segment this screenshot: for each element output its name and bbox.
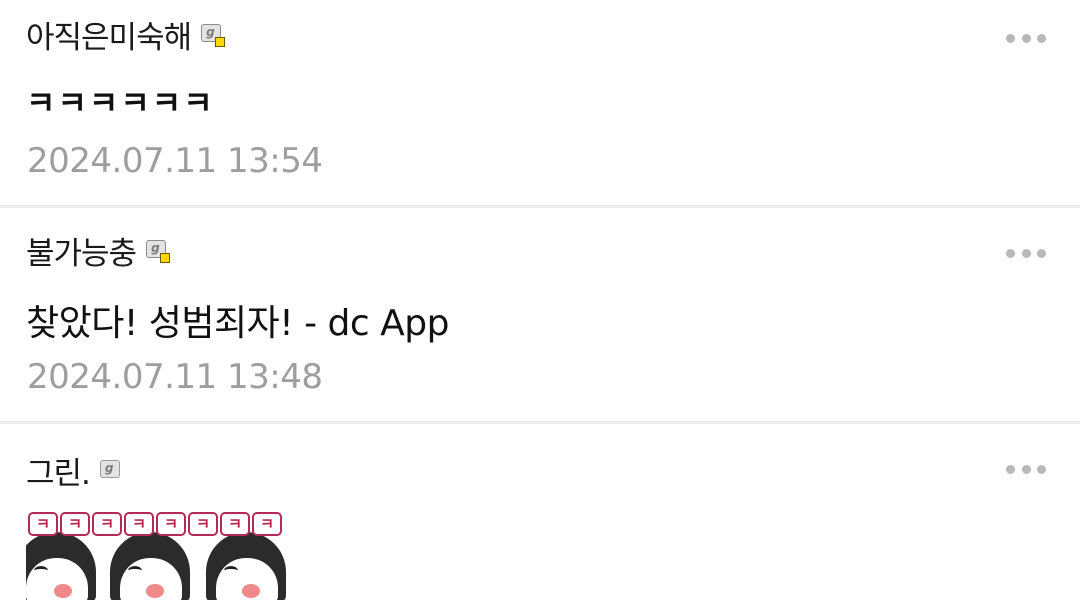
- sticker-laugh-row: ㅋ ㅋ ㅋ ㅋ ㅋ ㅋ ㅋ ㅋ: [28, 512, 282, 536]
- sticker-laugh-bubble: ㅋ: [188, 512, 218, 536]
- comment-date: 2024.07.11 13:48: [27, 357, 323, 397]
- more-options-button[interactable]: [1006, 459, 1046, 479]
- sticker-laugh-bubble: ㅋ: [28, 512, 58, 536]
- sticker-laugh-bubble: ㅋ: [92, 512, 122, 536]
- sticker-laugh-bubble: ㅋ: [60, 512, 90, 536]
- comment-nickname[interactable]: 그린.: [26, 448, 91, 493]
- sticker-laugh-bubble: ㅋ: [124, 512, 154, 536]
- comment-header: 불가능충 g: [26, 228, 171, 273]
- gallery-member-badge-icon: g: [201, 24, 226, 47]
- more-options-icon: [1006, 33, 1015, 43]
- dccon-sticker-image[interactable]: ㅋ ㅋ ㅋ ㅋ ㅋ ㅋ ㅋ ㅋ: [26, 510, 289, 600]
- comment-body: 찾았다! 성범죄자! - dc App: [26, 303, 449, 344]
- more-options-icon: [1006, 464, 1015, 474]
- comment-nickname[interactable]: 불가능충: [26, 228, 137, 273]
- gallery-member-badge-icon: g: [99, 460, 122, 480]
- comment-item: 불가능충 g 찾았다! 성범죄자! - dc App 2024.07.11 13…: [0, 208, 1080, 421]
- sticker-laugh-bubble: ㅋ: [252, 512, 282, 536]
- comment-header: 아직은미숙해 g: [26, 12, 226, 57]
- comment-item: 그린. g ㅋ ㅋ ㅋ ㅋ ㅋ ㅋ ㅋ ㅋ: [0, 424, 1080, 600]
- comment-item: 아직은미숙해 g ㅋㅋㅋㅋㅋㅋ 2024.07.11 13:54: [0, 0, 1080, 205]
- comment-body: ㅋㅋㅋㅋㅋㅋ: [26, 84, 215, 122]
- more-options-icon: [1006, 248, 1015, 258]
- sticker-laugh-bubble: ㅋ: [156, 512, 186, 536]
- more-options-button[interactable]: [1006, 28, 1046, 48]
- comment-header: 그린. g: [26, 448, 122, 493]
- comment-nickname[interactable]: 아직은미숙해: [26, 12, 192, 57]
- comment-date: 2024.07.11 13:54: [27, 141, 323, 181]
- more-options-button[interactable]: [1006, 243, 1046, 263]
- sticker-laugh-bubble: ㅋ: [220, 512, 250, 536]
- gallery-member-badge-icon: g: [146, 240, 171, 263]
